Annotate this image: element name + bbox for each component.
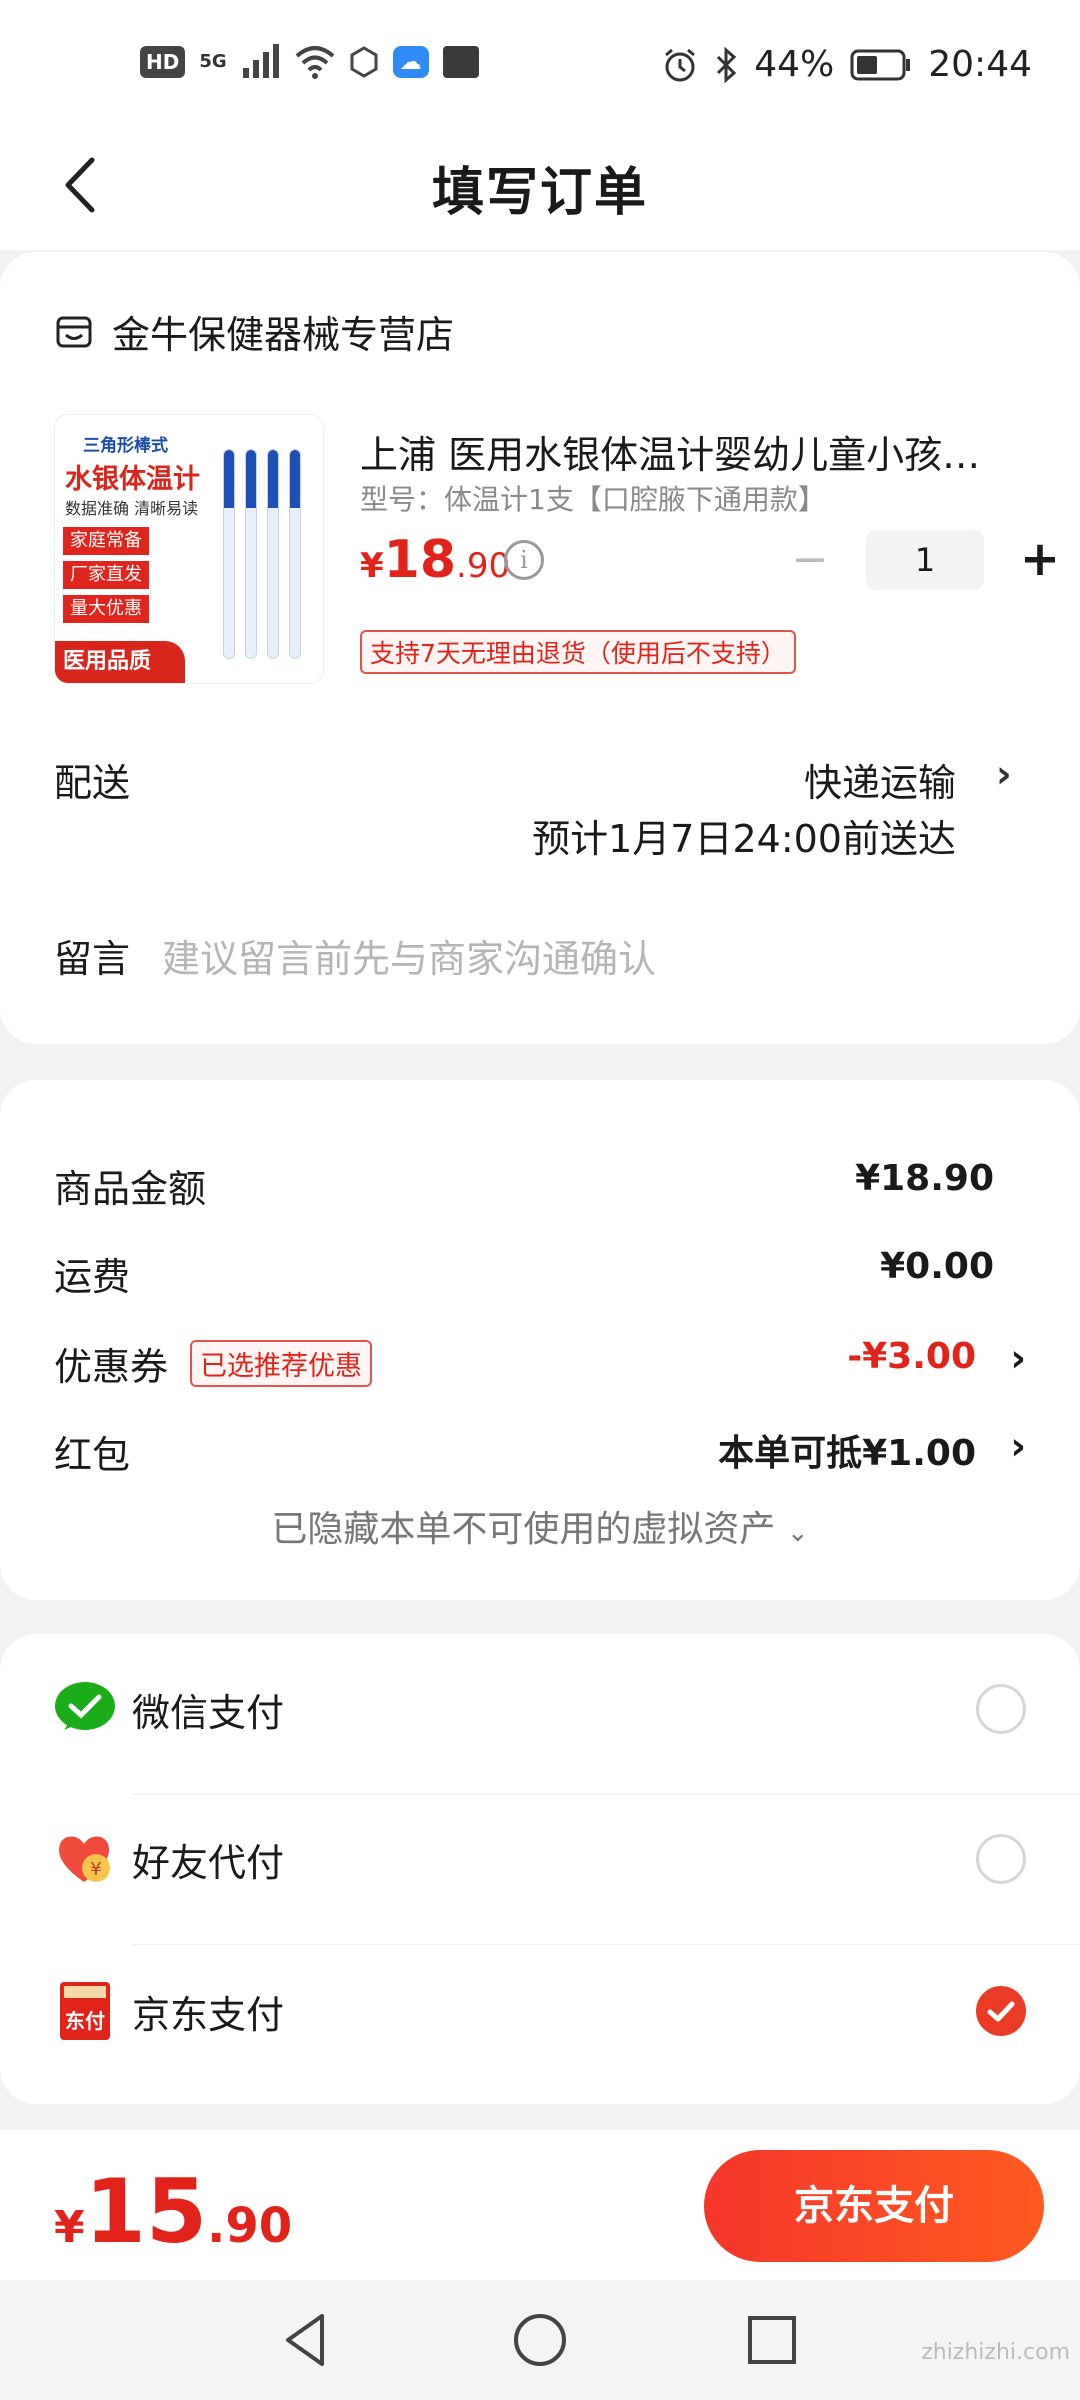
image-tag: 量大优惠: [63, 595, 149, 623]
nav-recents-icon[interactable]: [740, 2308, 804, 2372]
signal-icon: [242, 44, 279, 78]
image-bottom-banner: 医用品质: [55, 641, 185, 683]
shop-row[interactable]: 金牛保健器械专营店: [54, 304, 454, 359]
status-bar: HD 5G ☁ 44% 20:44: [0, 0, 1080, 120]
watermark: zhizhizhi.com: [921, 2340, 1070, 2365]
network-type: 5G: [199, 51, 227, 72]
shipping-row: 运费 ¥0.00: [54, 1246, 1026, 1306]
hidden-assets-text: 已隐藏本单不可使用的虚拟资产: [271, 1509, 776, 1550]
radio-button[interactable]: [976, 1684, 1026, 1734]
page-title: 填写订单: [431, 163, 648, 223]
price-integer: 18: [383, 530, 457, 590]
product-title[interactable]: 上浦 医用水银体温计婴幼儿童小孩…: [360, 424, 1020, 479]
chevron-down-icon: ⌄: [786, 1518, 809, 1548]
total-integer: 15: [84, 2160, 208, 2263]
shop-icon: [56, 316, 92, 347]
mail-app-icon: [442, 46, 479, 78]
battery-percent: 44%: [754, 44, 835, 85]
total-symbol: ¥: [54, 2202, 85, 2253]
product-image[interactable]: 三角形棒式 水银体温计 数据准确 清晰易读 家庭常备 厂家直发 量大优惠 医用品…: [54, 414, 324, 684]
price-symbol: ¥: [360, 546, 384, 586]
page-header: 填写订单: [0, 120, 1080, 250]
jd-pay-icon-text: 东付: [65, 2009, 105, 2033]
goods-amount-label: 商品金额: [54, 1167, 207, 1211]
wechat-pay-icon: [55, 1682, 115, 1730]
order-item-card: 金牛保健器械专营店 三角形棒式 水银体温计 数据准确 清晰易读 家庭常备 厂家直…: [0, 252, 1080, 1044]
wifi-icon: [295, 46, 334, 79]
bluetooth-icon: [717, 46, 737, 83]
coupon-row[interactable]: 优惠券 已选推荐优惠 -¥3.00 ›: [54, 1336, 1026, 1396]
battery-icon: [850, 49, 911, 80]
status-right: 44% 20:44: [662, 44, 1032, 85]
goods-amount-value: ¥18.90: [855, 1158, 994, 1199]
hidden-assets-toggle[interactable]: 已隐藏本单不可使用的虚拟资产 ⌄: [0, 1500, 1080, 1552]
product-price: ¥ 18 .90: [360, 530, 510, 590]
nav-back-icon[interactable]: [276, 2308, 340, 2372]
shop-name: 金牛保健器械专营店: [112, 313, 455, 357]
alarm-icon: [665, 48, 696, 81]
status-left: HD 5G ☁: [140, 44, 479, 80]
payment-option-jd[interactable]: 东付 京东支付: [0, 1936, 1080, 2086]
payment-label: 好友代付: [132, 1841, 285, 1885]
chevron-right-icon[interactable]: ›: [996, 752, 1026, 796]
decrease-button[interactable]: −: [780, 530, 840, 590]
coupon-label: 优惠券: [54, 1345, 169, 1389]
radio-button-selected[interactable]: [976, 1986, 1026, 2036]
image-tag: 厂家直发: [63, 561, 149, 589]
payment-method-card: 微信支付 ¥ 好友代付 东付 京东支付: [0, 1634, 1080, 2104]
coupon-value: -¥3.00: [847, 1336, 976, 1377]
payment-option-friend[interactable]: ¥ 好友代付: [0, 1784, 1080, 1934]
friend-pay-icon: ¥: [59, 1836, 110, 1882]
redpacket-label: 红包: [54, 1433, 131, 1477]
radio-button[interactable]: [976, 1834, 1026, 1884]
increase-button[interactable]: +: [1010, 530, 1070, 590]
pay-button[interactable]: 京东支付: [704, 2150, 1044, 2262]
thermometer-graphic: [289, 449, 301, 659]
cloud-app-icon: ☁: [392, 46, 429, 78]
image-text-line2: 水银体温计: [65, 464, 200, 495]
nav-home-icon[interactable]: [508, 2308, 572, 2372]
chevron-right-icon[interactable]: ›: [1010, 1336, 1026, 1380]
chevron-right-icon[interactable]: ›: [1010, 1424, 1026, 1468]
note-label: 留言: [54, 937, 131, 981]
redpacket-row[interactable]: 红包 本单可抵¥1.00 ›: [54, 1424, 1026, 1484]
delivery-eta: 预计1月7日24:00前送达: [532, 817, 956, 861]
image-text-line1: 三角形棒式: [83, 436, 168, 456]
delivery-method[interactable]: 快递运输: [804, 752, 956, 807]
thermometer-graphic: [245, 449, 257, 659]
delivery-label: 配送: [54, 761, 131, 805]
quantity-value[interactable]: 1: [866, 530, 984, 590]
payment-option-wechat[interactable]: 微信支付: [0, 1634, 1080, 1784]
hd-badge: HD: [140, 46, 186, 78]
note-input[interactable]: 建议留言前先与商家沟通确认: [162, 928, 656, 983]
jd-pay-icon: 东付: [60, 1982, 110, 2040]
friend-pay-icon-text: ¥: [90, 1859, 101, 1880]
price-decimal: .90: [456, 546, 511, 586]
info-icon[interactable]: i: [504, 540, 544, 580]
thermometer-graphic: [223, 449, 235, 659]
check-icon: [987, 2001, 1015, 2022]
total-decimal: .90: [207, 2198, 293, 2254]
payment-label: 微信支付: [132, 1691, 285, 1735]
image-tag: 家庭常备: [63, 527, 149, 555]
shipping-value: ¥0.00: [880, 1246, 994, 1287]
system-nav-bar: [0, 2280, 1080, 2400]
return-policy-tag: 支持7天无理由退货（使用后不支持）: [360, 630, 796, 674]
hexagon-app-icon: [350, 46, 378, 78]
amount-summary-card: 商品金额 ¥18.90 运费 ¥0.00 优惠券 已选推荐优惠 -¥3.00 ›…: [0, 1080, 1080, 1600]
quantity-stepper: − 1 +: [780, 530, 1070, 590]
product-spec: 型号：体温计1支【口腔腋下通用款】: [360, 483, 826, 516]
coupon-tag: 已选推荐优惠: [190, 1340, 372, 1387]
total-price: ¥ 15 .90: [54, 2160, 292, 2263]
clock: 20:44: [928, 44, 1032, 85]
redpacket-value: 本单可抵¥1.00: [718, 1433, 976, 1474]
checkout-bar: ¥ 15 .90 京东支付: [0, 2130, 1080, 2280]
thermometer-graphic: [267, 449, 279, 659]
payment-label: 京东支付: [132, 1993, 285, 2037]
shipping-label: 运费: [54, 1255, 131, 1299]
image-text-line3: 数据准确 清晰易读: [65, 499, 199, 518]
goods-amount-row: 商品金额 ¥18.90: [54, 1158, 1026, 1218]
